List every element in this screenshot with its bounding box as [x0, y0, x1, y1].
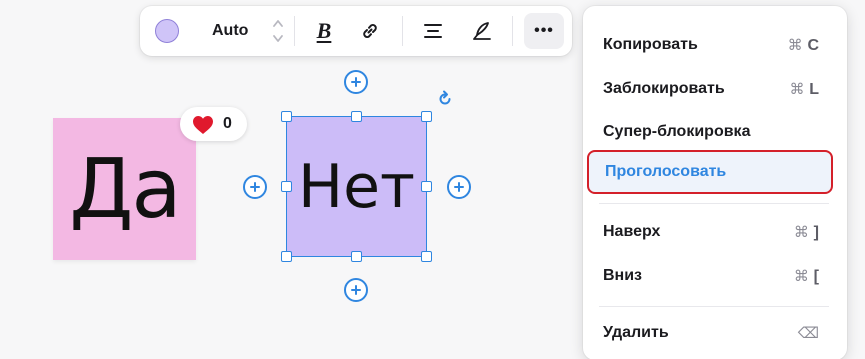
resize-handle-left[interactable]: [281, 181, 292, 192]
resize-handle-bottom-right[interactable]: [421, 251, 432, 262]
menu-item-label: Проголосовать: [605, 163, 727, 180]
rotate-icon[interactable]: [436, 90, 454, 108]
more-dots-icon: •••: [534, 22, 554, 39]
menu-item-label: Вниз: [603, 267, 643, 284]
shortcut-key: [: [813, 267, 819, 285]
bold-label: B: [316, 18, 332, 43]
menu-divider: [599, 203, 829, 204]
menu-item-send-to-back[interactable]: Вниз ⌘ [: [587, 254, 833, 298]
menu-item-label: Наверх: [603, 223, 661, 240]
add-right-icon[interactable]: [447, 175, 471, 199]
command-icon: ⌘: [793, 222, 809, 241]
menu-item-label: Супер-блокировка: [603, 123, 751, 140]
add-left-icon[interactable]: [243, 175, 267, 199]
align-center-icon: [424, 24, 442, 38]
shortcut-hint: ⌘ L: [789, 80, 819, 99]
pen-button[interactable]: [466, 15, 498, 47]
sticker-toolbar: Auto B •••: [140, 6, 572, 56]
menu-item-super-lock[interactable]: Супер-блокировка: [587, 110, 833, 154]
sticker-yes-text: Да: [69, 141, 181, 237]
menu-item-label: Удалить: [603, 324, 669, 341]
bold-button[interactable]: B: [308, 15, 340, 47]
command-icon: ⌘: [789, 79, 805, 98]
vote-count: 0: [223, 115, 232, 132]
toolbar-divider: [294, 16, 295, 46]
menu-item-delete[interactable]: Удалить ⌫: [587, 311, 833, 355]
font-size-value[interactable]: Auto: [212, 22, 248, 40]
toolbar-divider: [512, 16, 513, 46]
add-below-icon[interactable]: [344, 278, 368, 302]
menu-item-copy[interactable]: Копировать ⌘ C: [587, 23, 833, 67]
sticker-yes[interactable]: Да: [53, 118, 196, 260]
resize-handle-top-left[interactable]: [281, 111, 292, 122]
shortcut-hint: ⌘ [: [794, 267, 819, 286]
vote-badge[interactable]: 0: [180, 107, 247, 141]
resize-handle-top-right[interactable]: [421, 111, 432, 122]
shortcut-key: C: [807, 36, 819, 54]
menu-item-vote[interactable]: Проголосовать: [587, 150, 833, 194]
color-picker-button[interactable]: [155, 19, 179, 43]
add-above-icon[interactable]: [344, 70, 368, 94]
resize-handle-bottom[interactable]: [351, 251, 362, 262]
font-size-stepper-icon[interactable]: [272, 16, 284, 46]
shortcut-hint: ⌘ ]: [794, 223, 819, 242]
menu-item-label: Заблокировать: [603, 80, 725, 97]
menu-item-bring-to-front[interactable]: Наверх ⌘ ]: [587, 210, 833, 254]
more-button[interactable]: •••: [524, 13, 564, 49]
backspace-icon: ⌫: [797, 324, 819, 342]
resize-handle-bottom-left[interactable]: [281, 251, 292, 262]
link-button[interactable]: [354, 15, 386, 47]
toolbar-divider: [402, 16, 403, 46]
command-icon: ⌘: [787, 35, 803, 54]
menu-item-label: Копировать: [603, 36, 698, 53]
sticker-no[interactable]: Нет: [286, 116, 427, 257]
shortcut-key: ]: [813, 223, 819, 241]
resize-handle-right[interactable]: [421, 181, 432, 192]
shortcut-key: L: [809, 80, 819, 98]
context-menu: Копировать ⌘ C Заблокировать ⌘ L Супер-б…: [583, 6, 847, 359]
shortcut-hint: ⌘ C: [788, 36, 819, 55]
board-canvas[interactable]: Auto B ••• Да 0 Нет Копировать ⌘ C Забло…: [0, 0, 865, 359]
heart-icon: [193, 116, 213, 134]
command-icon: ⌘: [793, 266, 809, 285]
link-icon: [363, 24, 377, 38]
pen-icon: [473, 22, 491, 40]
menu-item-lock[interactable]: Заблокировать ⌘ L: [587, 67, 833, 111]
resize-handle-top[interactable]: [351, 111, 362, 122]
sticker-no-text: Нет: [298, 151, 415, 222]
menu-divider: [599, 306, 829, 307]
align-button[interactable]: [417, 15, 449, 47]
